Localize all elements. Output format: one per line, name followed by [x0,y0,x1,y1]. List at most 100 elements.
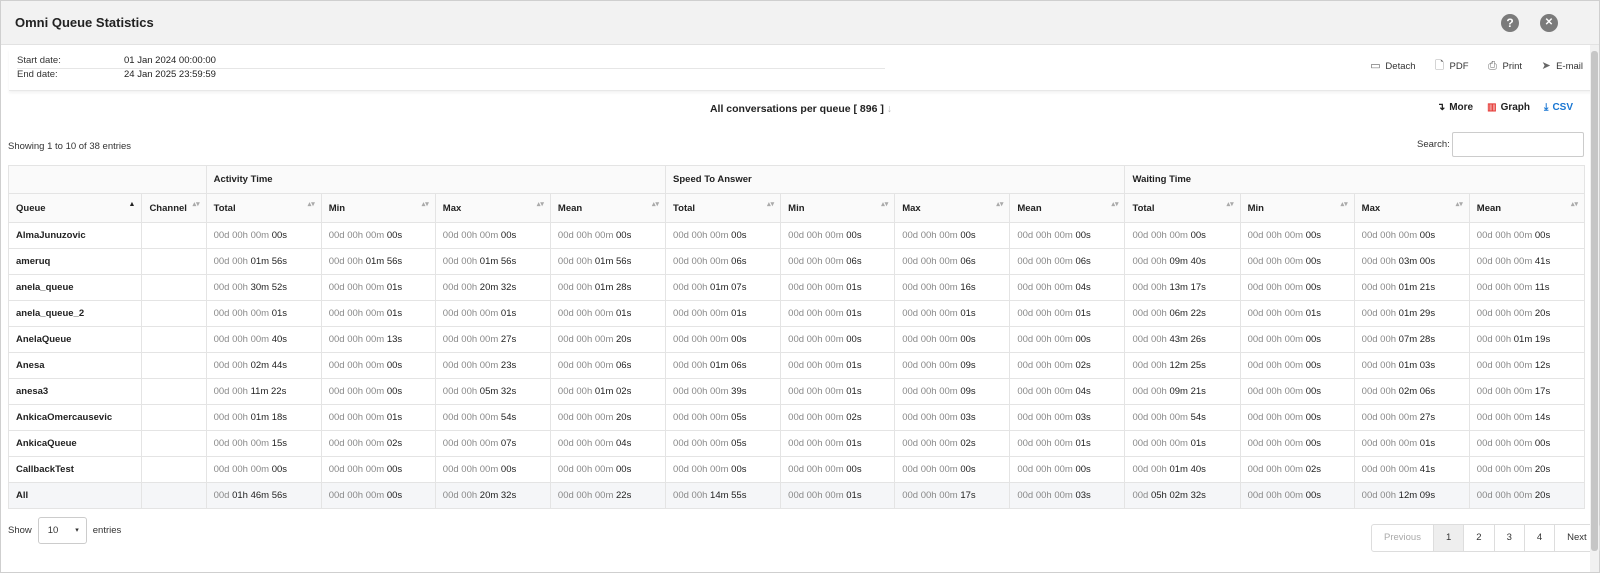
time-cell: 00d 00h 00m 20s [1468,456,1586,483]
printer-icon: ⎙ [1488,60,1497,72]
time-cell: 00d 00h 00m 00s [549,456,667,483]
time-cell: 00d 00h 00m 00s [665,222,782,249]
time-cell: 00d 00h 01m 21s [1353,274,1470,301]
page-button[interactable]: 3 [1493,525,1524,551]
column-header-0[interactable]: Queue ▲ [7,193,143,223]
channel-cell [141,222,207,249]
time-cell: 00d 00h 00m 00s [434,222,551,249]
column-header-5[interactable]: Mean ▴▾ [549,193,667,223]
time-cell: 00d 00h 00m 00s [1468,430,1586,457]
column-header-1[interactable]: Channel ▴▾ [141,193,207,223]
time-cell: 00d 00h 00m 00s [894,456,1011,483]
time-cell: 00d 00h 03m 00s [1353,248,1470,275]
column-header-10[interactable]: Total ▴▾ [1124,193,1241,223]
send-icon: ➤ [1541,60,1551,72]
column-header-13[interactable]: Mean ▴▾ [1468,193,1586,223]
queue-cell: AlmaJunuzovic [7,222,143,249]
column-header-12[interactable]: Max ▴▾ [1353,193,1470,223]
time-cell: 00d 00h 00m 00s [320,378,436,405]
show-label: Show [8,525,32,536]
time-cell: 00d 00h 01m 28s [549,274,667,301]
help-icon[interactable]: ? [1501,14,1519,32]
time-cell: 00d 05h 02m 32s [1124,482,1241,509]
time-cell: 00d 00h 00m 01s [780,274,896,301]
column-header-6[interactable]: Total ▴▾ [665,193,782,223]
detach-button[interactable]: ▭ Detach [1369,61,1416,73]
time-cell: 00d 00h 01m 56s [320,248,436,275]
time-cell: 00d 00h 00m 00s [665,456,782,483]
pdf-button[interactable]: 🗋 PDF [1434,60,1468,73]
time-cell: 00d 00h 01m 56s [434,248,551,275]
time-cell: 00d 00h 12m 09s [1353,482,1470,509]
column-header-3[interactable]: Min ▴▾ [320,193,436,223]
sort-icon: ▲ [128,201,136,208]
column-header-label: Mean [557,202,583,214]
time-cell: 00d 00h 00m 01s [320,274,436,301]
time-cell: 00d 00h 00m 01s [1124,430,1241,457]
sort-icon: ▴▾ [1570,201,1578,208]
column-header-7[interactable]: Min ▴▾ [780,193,896,223]
column-header-8[interactable]: Max ▴▾ [894,193,1011,223]
column-header-2[interactable]: Total ▴▾ [205,193,322,223]
sort-down-icon[interactable]: ↓ [887,103,892,115]
page-length-select[interactable]: 10 ▾ [37,517,87,544]
page-length: Show 10 ▾ entries [8,517,121,544]
table-row: anesa3 00d 00h 11m 22s 00d 00h 00m 00s 00d … [7,378,1586,405]
time-cell: 00d 00h 00m 13s [320,326,436,353]
time-cell: 00d 00h 00m 01s [665,300,782,327]
email-button[interactable]: ➤ E-mail [1540,60,1583,73]
print-label: Print [1502,61,1523,72]
column-header-label: Min [328,202,346,214]
column-header-11[interactable]: Min ▴▾ [1239,193,1355,223]
time-cell: 00d 00h 00m 00s [320,482,436,509]
column-header-label: Min [788,202,805,214]
bar-chart-icon: ▥ [1487,102,1497,113]
time-cell: 00d 00h 00m 14s [1468,404,1586,431]
page-button[interactable]: 4 [1523,525,1554,551]
vertical-scrollbar[interactable] [1590,45,1599,572]
more-button[interactable]: ↴ More [1437,102,1473,113]
column-header-4[interactable]: Max ▴▾ [434,193,551,223]
group-header-speed: Speed To Answer [665,165,1126,194]
time-cell: 00d 00h 00m 00s [1009,326,1126,353]
time-cell: 00d 00h 00m 00s [1239,482,1355,509]
channel-cell [141,404,207,431]
time-cell: 00d 00h 00m 27s [434,326,551,353]
channel-cell [141,352,207,379]
time-cell: 00d 00h 00m 39s [665,378,782,405]
date-range-bar: Start date: 01 Jan 2024 00:00:00 End dat… [9,49,1593,91]
page-button[interactable]: 1 [1432,525,1464,551]
csv-button[interactable]: ⤓ CSV [1544,102,1573,113]
time-cell: 00d 00h 01m 07s [665,274,782,301]
time-cell: 00d 00h 00m 20s [549,404,667,431]
time-cell: 00d 00h 00m 01s [320,404,436,431]
sort-icon: ▴▾ [767,201,775,208]
queue-cell: ameruq [7,248,143,275]
time-cell: 00d 00h 00m 00s [1239,352,1355,379]
scrollbar-thumb[interactable] [1591,51,1598,551]
time-cell: 00d 00h 00m 03s [1009,482,1126,509]
queue-cell: CallbackTest [7,456,143,483]
table-row: AnkicaOmercausevic 00d 00h 01m 18s 00d 00h… [7,404,1586,431]
time-cell: 00d 00h 14m 55s [665,482,782,509]
graph-button[interactable]: ▥ Graph [1487,102,1530,113]
search-input[interactable] [1452,132,1584,157]
sort-icon: ▴▾ [192,201,200,208]
page-button[interactable]: 2 [1463,525,1493,551]
time-cell: 00d 00h 07m 28s [1353,326,1470,353]
document-icon: 🗋 [1435,60,1444,72]
time-cell: 00d 00h 00m 00s [434,456,551,483]
time-cell: 00d 00h 01m 06s [665,352,782,379]
column-header-9[interactable]: Mean ▴▾ [1009,193,1126,223]
time-cell: 00d 00h 00m 00s [1239,404,1355,431]
table-row: anela_queue 00d 00h 30m 52s 00d 00h 00m 01… [7,274,1586,301]
time-cell: 00d 00h 00m 41s [1468,248,1586,275]
detach-label: Detach [1385,61,1416,72]
time-cell: 00d 00h 20m 32s [434,482,551,509]
close-icon[interactable]: ✕ [1540,14,1558,32]
end-date-label: End date: [17,69,58,80]
start-date-value: 01 Jan 2024 00:00:00 [124,55,216,66]
print-button[interactable]: ⎙ Print [1487,60,1523,73]
time-cell: 00d 00h 01m 02s [549,378,667,405]
previous-page-button[interactable]: Previous [1372,525,1433,551]
